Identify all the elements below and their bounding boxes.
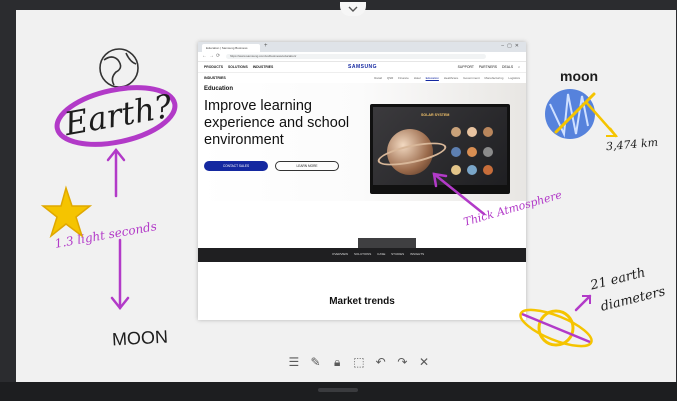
chevron-down-icon bbox=[348, 6, 358, 12]
redo-icon[interactable]: ↷ bbox=[395, 355, 409, 369]
menu-icon[interactable]: ☰ bbox=[287, 355, 301, 369]
pen-icon[interactable]: ✎ bbox=[309, 355, 323, 369]
top-pull-handle[interactable] bbox=[340, 2, 366, 16]
drawing-toolbar: ☰ ✎ 🔒︎ ⬚ ↶ ↷ ✕ bbox=[283, 350, 435, 374]
atmosphere-arrow-icon bbox=[432, 172, 486, 216]
whiteboard-screen[interactable]: Education | Samsung Business + –▢✕ ←→⟳ h… bbox=[16, 10, 676, 382]
undo-icon[interactable]: ↶ bbox=[374, 355, 388, 369]
star-icon bbox=[40, 185, 93, 239]
close-icon[interactable]: ✕ bbox=[417, 355, 431, 369]
moon-top-label: moon bbox=[560, 68, 599, 84]
lock-icon[interactable]: 🔒︎ bbox=[330, 355, 344, 369]
ink-layer bbox=[40, 48, 618, 348]
moon-bottom-label: MOON bbox=[111, 326, 169, 350]
globe-icon bbox=[99, 48, 139, 88]
moon-scribble bbox=[545, 89, 618, 139]
saturn-drawing bbox=[519, 294, 593, 348]
arrow-down-icon bbox=[110, 238, 130, 311]
arrow-up-icon bbox=[106, 147, 126, 198]
display-brand-mark bbox=[318, 388, 358, 392]
capture-icon[interactable]: ⬚ bbox=[352, 355, 366, 369]
